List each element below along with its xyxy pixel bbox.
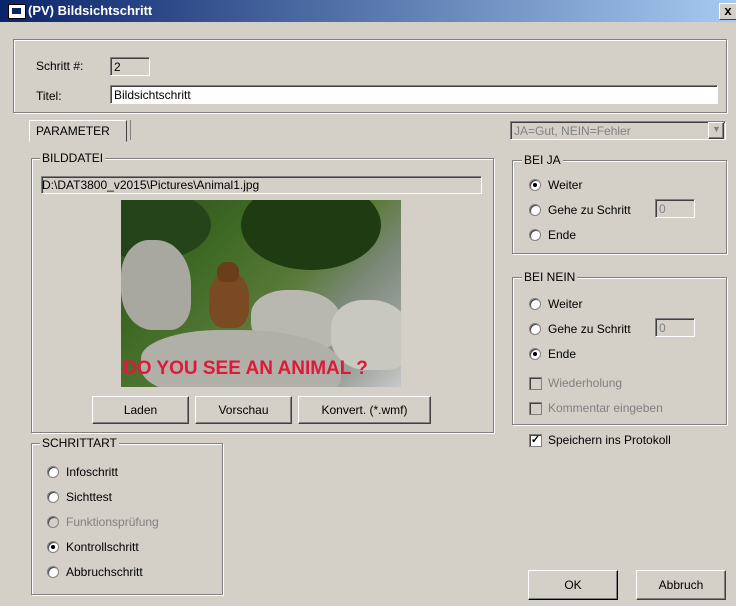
schrittart-legend: SCHRITTART — [40, 436, 119, 450]
abbruchschritt-label: Abbruchschritt — [66, 565, 143, 579]
bei-nein-goto-label: Gehe zu Schritt — [548, 322, 631, 336]
title-input-value: Bildsichtschritt — [114, 88, 191, 102]
kommentar-label: Kommentar eingeben — [548, 401, 663, 415]
load-button[interactable]: Laden — [92, 396, 189, 424]
cancel-button-label: Abbruch — [658, 578, 704, 592]
preview-button[interactable]: Vorschau — [195, 396, 292, 424]
tab-parameter[interactable]: PARAMETER — [29, 120, 127, 142]
title-label: Titel: — [36, 89, 62, 103]
bei-nein-goto-field: 0 — [655, 318, 695, 337]
infoschritt-label: Infoschritt — [66, 465, 119, 479]
bei-ja-goto-label: Gehe zu Schritt — [548, 203, 631, 217]
kommentar-checkbox[interactable] — [529, 402, 542, 415]
step-label: Schritt #: — [36, 59, 84, 73]
load-button-label: Laden — [123, 403, 158, 417]
funktionspruefung-label: Funktionsprüfung — [66, 515, 159, 529]
tree-foliage — [241, 200, 381, 270]
tab-parameter-label: PARAMETER — [36, 124, 110, 138]
funktionspruefung-radio — [47, 516, 59, 528]
kontrollschritt-radio[interactable] — [47, 541, 59, 553]
infoschritt-radio[interactable] — [47, 466, 59, 478]
wiederholung-checkbox[interactable] — [529, 377, 542, 390]
step-number-value: 2 — [114, 60, 121, 74]
bei-nein-ende-label: Ende — [548, 347, 577, 361]
title-input[interactable]: Bildsichtschritt — [110, 85, 718, 104]
sichttest-radio[interactable] — [47, 491, 59, 503]
bei-nein-weiter-radio[interactable] — [529, 298, 541, 310]
bei-ja-goto-value: 0 — [659, 202, 666, 216]
ok-button-label: OK — [564, 578, 582, 592]
abbruchschritt-radio[interactable] — [47, 566, 59, 578]
bei-nein-weiter-label: Weiter — [548, 297, 583, 311]
convert-button[interactable]: Konvert. (*.wmf) — [298, 396, 431, 424]
bei-nein-goto-radio[interactable] — [529, 323, 541, 335]
condition-select[interactable]: JA=Gut, NEIN=Fehler ▼ — [510, 121, 726, 140]
ok-button[interactable]: OK — [528, 570, 618, 600]
image-path-field: D:\DAT3800_v2015\Pictures\Animal1.jpg — [41, 176, 482, 194]
image-preview: DO YOU SEE AN ANIMAL ? — [121, 200, 401, 387]
condition-select-value: JA=Gut, NEIN=Fehler — [514, 124, 631, 138]
bei-ja-goto-field: 0 — [655, 199, 695, 218]
image-path-value: D:\DAT3800_v2015\Pictures\Animal1.jpg — [42, 178, 260, 192]
window-title: (PV) Bildsichtschritt — [28, 3, 153, 18]
preview-button-label: Vorschau — [218, 403, 269, 417]
bei-ja-weiter-label: Weiter — [548, 178, 583, 192]
tab-divider — [130, 120, 131, 140]
bei-ja-ende-radio[interactable] — [529, 229, 541, 241]
chevron-down-icon: ▼ — [712, 124, 721, 134]
save-protocol-checkbox[interactable]: ✓ — [529, 434, 542, 447]
bilddatei-legend: BILDDATEI — [40, 151, 106, 165]
bei-ja-weiter-radio[interactable] — [529, 179, 541, 191]
cancel-button[interactable]: Abbruch — [636, 570, 726, 600]
bei-nein-ende-radio[interactable] — [529, 348, 541, 360]
rock-left — [121, 240, 191, 330]
close-button[interactable]: x — [719, 3, 736, 20]
wiederholung-label: Wiederholung — [548, 376, 623, 390]
image-caption: DO YOU SEE AN ANIMAL ? — [123, 358, 368, 379]
sichttest-label: Sichttest — [66, 490, 113, 504]
bei-nein-legend: BEI NEIN — [522, 270, 578, 284]
convert-button-label: Konvert. (*.wmf) — [321, 403, 408, 417]
kontrollschritt-label: Kontrollschritt — [66, 540, 139, 554]
bei-ja-legend: BEI JA — [522, 153, 563, 167]
marmot-head — [217, 262, 239, 282]
save-protocol-label: Speichern ins Protokoll — [548, 433, 671, 447]
dropdown-button[interactable]: ▼ — [708, 122, 724, 139]
app-icon — [8, 4, 26, 19]
bei-nein-goto-value: 0 — [659, 321, 666, 335]
bei-ja-ende-label: Ende — [548, 228, 577, 242]
title-bar: (PV) Bildsichtschritt x — [0, 0, 736, 22]
bei-ja-goto-radio[interactable] — [529, 204, 541, 216]
step-number-field: 2 — [110, 57, 150, 76]
